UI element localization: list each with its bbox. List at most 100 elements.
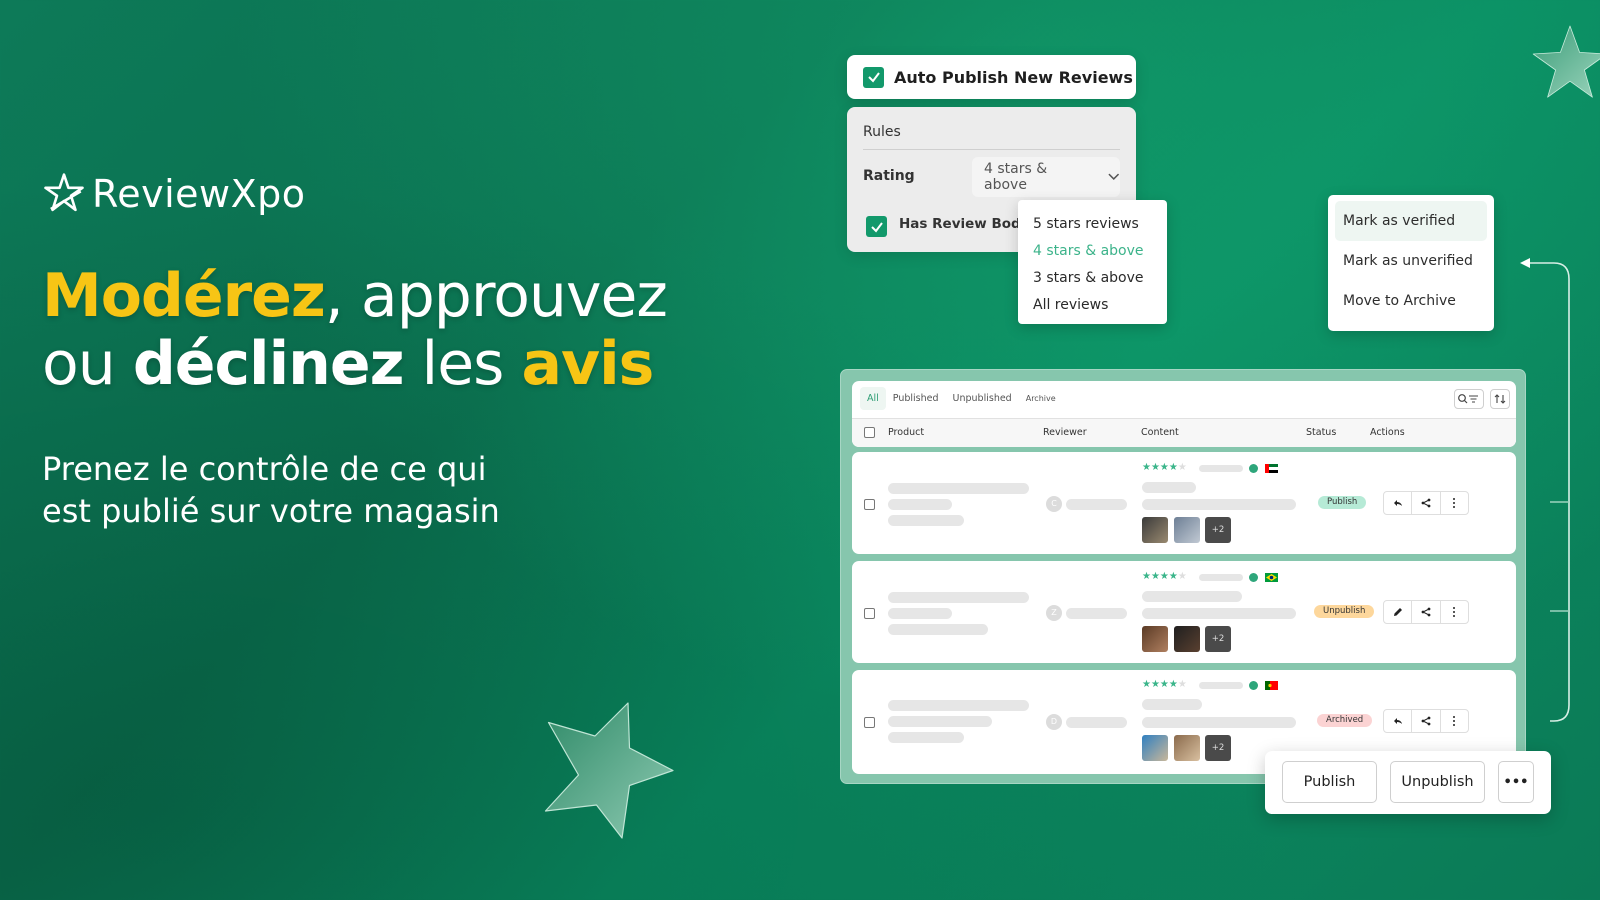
tab-unpublished[interactable]: Unpublished xyxy=(946,387,1019,410)
row-checkbox[interactable] xyxy=(864,717,875,728)
headline-bold: déclinez xyxy=(132,329,405,399)
tab-published[interactable]: Published xyxy=(886,387,946,410)
menu-item-move-archive[interactable]: Move to Archive xyxy=(1335,281,1487,321)
rating-stars: ★★★★★ xyxy=(1142,679,1187,690)
decorative-star-icon xyxy=(544,702,674,839)
review-image-thumbnail[interactable] xyxy=(1174,517,1200,543)
more-vertical-icon xyxy=(1453,607,1456,617)
brand-logo: ReviewXpo xyxy=(42,172,305,216)
column-reviewer: Reviewer xyxy=(1043,427,1087,438)
rating-stars: ★★★★★ xyxy=(1142,462,1187,473)
row-checkbox[interactable] xyxy=(864,499,875,510)
table-row[interactable]: Z ★★★★★ +2 Unpublish xyxy=(852,561,1516,663)
skeleton-line xyxy=(888,700,1029,711)
skeleton-line xyxy=(1199,465,1243,472)
skeleton-line xyxy=(888,592,1029,603)
reviewer-avatar: C xyxy=(1046,496,1062,512)
skeleton-line xyxy=(888,624,988,635)
headline-text: , approuvez xyxy=(324,261,668,331)
more-button[interactable] xyxy=(1441,710,1468,732)
sort-button[interactable] xyxy=(1490,389,1510,409)
tab-all[interactable]: All xyxy=(860,387,886,410)
table-row[interactable]: C ★★★★★ +2 Publish xyxy=(852,452,1516,554)
auto-publish-label: Auto Publish New Reviews xyxy=(894,67,1133,87)
headline-highlight-1: Modérez xyxy=(42,261,326,331)
column-product: Product xyxy=(888,427,925,438)
tab-archive[interactable]: Archive xyxy=(1019,387,1063,410)
headline: Modérez, approuvez ou déclinez les avis xyxy=(42,261,668,399)
rating-option[interactable]: 5 stars reviews xyxy=(1018,211,1167,238)
more-button[interactable] xyxy=(1441,492,1468,514)
reviewer-avatar: Z xyxy=(1046,605,1062,621)
review-image-thumbnail[interactable] xyxy=(1142,517,1168,543)
connector-arrow xyxy=(1520,258,1570,722)
row-checkbox[interactable] xyxy=(864,608,875,619)
rating-option-selected[interactable]: 4 stars & above xyxy=(1018,238,1167,265)
row-actions xyxy=(1383,709,1469,733)
divider xyxy=(863,149,1120,150)
headline-text: ou xyxy=(42,329,133,399)
skeleton-line xyxy=(888,716,992,727)
checkbox-checked-icon[interactable] xyxy=(863,66,884,88)
menu-item-mark-unverified[interactable]: Mark as unverified xyxy=(1335,241,1487,281)
skeleton-line xyxy=(1142,717,1296,728)
skeleton-line xyxy=(1066,608,1127,619)
review-image-thumbnail[interactable] xyxy=(1174,735,1200,761)
verified-badge-icon xyxy=(1249,573,1258,582)
more-horizontal-button[interactable]: ••• xyxy=(1498,761,1534,803)
reply-button[interactable] xyxy=(1384,710,1413,732)
review-image-thumbnail[interactable] xyxy=(1142,735,1168,761)
flag-brazil-icon xyxy=(1265,573,1278,582)
menu-item-mark-verified[interactable]: Mark as verified xyxy=(1335,201,1487,241)
skeleton-line xyxy=(1142,699,1202,710)
share-icon xyxy=(1421,498,1431,508)
flag-uae-icon xyxy=(1265,464,1278,473)
bulk-actions-bar: Publish Unpublish ••• xyxy=(1265,751,1551,814)
has-review-body-label: Has Review Body xyxy=(899,216,1030,232)
share-icon xyxy=(1421,607,1431,617)
share-button[interactable] xyxy=(1412,492,1441,514)
headline-highlight-2: avis xyxy=(521,329,654,399)
skeleton-line xyxy=(888,732,964,743)
rating-dropdown-menu: 5 stars reviews 4 stars & above 3 stars … xyxy=(1018,200,1167,324)
skeleton-line xyxy=(888,483,1029,494)
reply-icon xyxy=(1393,718,1402,724)
share-button[interactable] xyxy=(1412,601,1441,623)
select-all-checkbox[interactable] xyxy=(864,427,875,438)
more-images-badge[interactable]: +2 xyxy=(1205,517,1231,543)
search-filter-button[interactable] xyxy=(1454,389,1484,409)
more-vertical-icon xyxy=(1453,716,1456,726)
has-review-body-checkbox[interactable] xyxy=(866,216,887,237)
status-badge: Publish xyxy=(1318,496,1367,509)
rating-option[interactable]: 3 stars & above xyxy=(1018,265,1167,292)
subtitle: Prenez le contrôle de ce qui est publié … xyxy=(42,448,500,532)
skeleton-line xyxy=(1142,482,1196,493)
skeleton-line xyxy=(888,515,964,526)
rating-select[interactable]: 4 stars & above xyxy=(972,157,1120,197)
brand-name: ReviewXpo xyxy=(92,172,306,216)
skeleton-line xyxy=(888,499,952,510)
rating-option[interactable]: All reviews xyxy=(1018,292,1167,319)
decorative-star-icon xyxy=(1532,25,1600,98)
share-button[interactable] xyxy=(1412,710,1441,732)
column-content: Content xyxy=(1141,427,1179,438)
skeleton-line xyxy=(1066,717,1127,728)
sort-icon xyxy=(1494,394,1506,404)
edit-button[interactable] xyxy=(1384,601,1413,623)
review-image-thumbnail[interactable] xyxy=(1174,626,1200,652)
more-images-badge[interactable]: +2 xyxy=(1205,626,1231,652)
row-actions xyxy=(1383,491,1469,515)
rating-label: Rating xyxy=(863,168,915,184)
publish-button[interactable]: Publish xyxy=(1282,761,1377,803)
more-button[interactable] xyxy=(1441,601,1468,623)
verified-badge-icon xyxy=(1249,464,1258,473)
table-header: All Published Unpublished Archive Produc… xyxy=(852,381,1516,447)
more-images-badge[interactable]: +2 xyxy=(1205,735,1231,761)
status-badge: Unpublish xyxy=(1314,605,1375,618)
reply-button[interactable] xyxy=(1384,492,1413,514)
unpublish-button[interactable]: Unpublish xyxy=(1390,761,1485,803)
column-status: Status xyxy=(1306,427,1337,438)
reviews-table-panel: All Published Unpublished Archive Produc… xyxy=(840,369,1526,784)
auto-publish-toggle[interactable]: Auto Publish New Reviews xyxy=(847,55,1136,99)
review-image-thumbnail[interactable] xyxy=(1142,626,1168,652)
